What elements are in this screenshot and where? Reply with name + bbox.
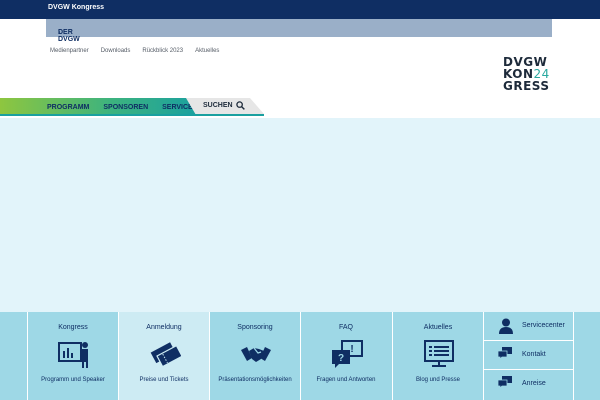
logo-line-3: GRESS (503, 79, 550, 93)
tile-subtitle: Programm und Speaker (41, 377, 105, 383)
nav-item-service[interactable]: SERVICE (162, 104, 193, 111)
tile-title: FAQ (338, 324, 353, 331)
handshake-icon (241, 347, 271, 362)
nav-item-sponsoren[interactable]: SPONSOREN (103, 104, 148, 111)
chat-icon (498, 376, 512, 388)
meta-nav-medienpartner[interactable]: Medienpartner (50, 48, 89, 54)
tile-sponsoring[interactable]: Sponsoring Präsentationsmöglichkeiten (209, 312, 300, 400)
service-servicecenter[interactable]: Servicecenter (484, 312, 573, 341)
meta-nav: Medienpartner Downloads Rückblick 2023 A… (50, 48, 219, 54)
quick-links: Kongress Programm und Speaker Anmeldung … (0, 312, 600, 400)
service-column: Servicecenter Kontakt Anreise (483, 312, 574, 400)
presenter-icon (58, 342, 88, 368)
svg-text:?: ? (338, 353, 344, 364)
site-title[interactable]: DVGW Kongress (48, 4, 104, 11)
dvgw-kongress-logo[interactable]: DVGW KON24 GRESS (503, 56, 555, 92)
tile-faq[interactable]: FAQ ! ? Fragen und Antworten (300, 312, 391, 400)
tile-title: Anmeldung (146, 324, 182, 331)
tile-subtitle: Preise und Tickets (139, 377, 189, 383)
tile-title: Sponsoring (237, 324, 273, 331)
dvgw-bar: DER DVGW › (0, 19, 600, 43)
blog-icon (424, 340, 454, 367)
tickets-icon (150, 342, 181, 368)
top-bar: DVGW Kongress (0, 0, 600, 19)
service-label: Servicecenter (522, 322, 565, 329)
chat-icon (498, 347, 512, 359)
search-icon (236, 101, 245, 110)
faq-icon: ! ? (332, 340, 363, 368)
tile-subtitle: Präsentationsmöglichkeiten (218, 377, 292, 383)
dvgw-link[interactable]: DER DVGW › (46, 19, 552, 43)
tile-aktuelles[interactable]: Aktuelles Blog und Presse (392, 312, 483, 400)
search-label: SUCHEN (203, 102, 233, 109)
search-button[interactable]: SUCHEN (186, 98, 264, 114)
person-icon (499, 318, 513, 334)
tile-title: Kongress (58, 324, 88, 331)
main-nav: PROGRAMM SPONSOREN SERVICE SUCHEN (0, 98, 264, 118)
nav-item-programm[interactable]: PROGRAMM (47, 104, 89, 111)
meta-nav-rueckblick[interactable]: Rückblick 2023 (142, 48, 183, 54)
tile-subtitle: Fragen und Antworten (316, 377, 376, 383)
tile-kongress[interactable]: Kongress Programm und Speaker (27, 312, 118, 400)
service-label: Anreise (522, 380, 546, 387)
tile-title: Aktuelles (423, 324, 453, 331)
main-nav-underline (0, 114, 264, 116)
tile-anmeldung[interactable]: Anmeldung Preise und Tickets (118, 312, 209, 400)
service-anreise[interactable]: Anreise (484, 370, 573, 399)
service-kontakt[interactable]: Kontakt (484, 341, 573, 370)
dvgw-link-label: DER DVGW › (58, 29, 80, 43)
meta-nav-aktuelles[interactable]: Aktuelles (195, 48, 219, 54)
service-label: Kontakt (522, 351, 546, 358)
svg-text:!: ! (350, 344, 353, 355)
hero-area (0, 118, 600, 312)
chevron-right-icon: › (58, 29, 61, 36)
tile-subtitle: Blog und Presse (415, 377, 461, 383)
meta-nav-downloads[interactable]: Downloads (101, 48, 131, 54)
